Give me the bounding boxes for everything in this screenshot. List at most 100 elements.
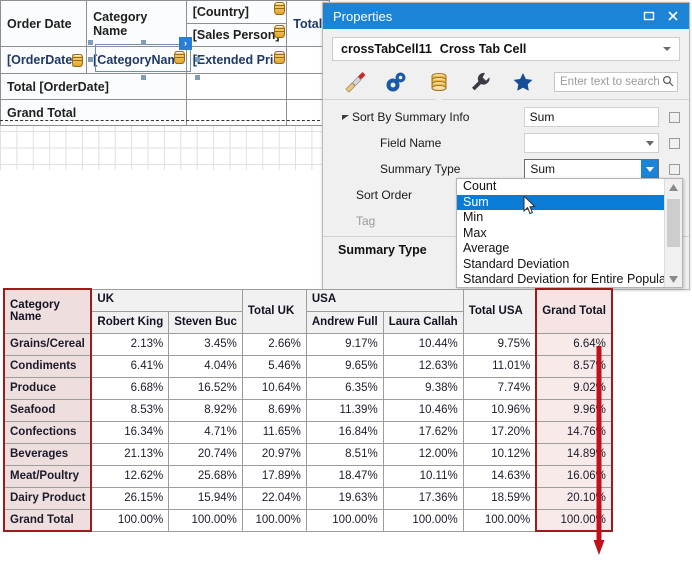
column-header-category-name: CategoryName [4, 289, 91, 333]
xtab-cell-order-date[interactable]: Order Date [1, 1, 87, 47]
cell-value: 17.36% [383, 487, 463, 509]
property-label: Summary Type [380, 162, 460, 176]
close-icon[interactable] [661, 5, 685, 27]
xtab-cell-empty-4[interactable] [186, 100, 287, 126]
xtab-cell-sales-person[interactable]: [Sales Person] [187, 24, 287, 46]
table-row: Beverages 21.13% 20.74% 20.97% 8.51% 12.… [4, 443, 612, 465]
summary-type-dropdown-list[interactable]: Count Sum Min Max Average Standard Devia… [456, 178, 683, 288]
table-row: Confections 16.34% 4.71% 11.65% 16.84% 1… [4, 421, 612, 443]
xtab-cell-total-label: Total [293, 17, 322, 31]
table-row: Seafood 8.53% 8.92% 8.69% 11.39% 10.46% … [4, 399, 612, 421]
scrollbar-thumb[interactable] [667, 199, 680, 247]
cell-value: 9.65% [306, 355, 383, 377]
dropdown-item-average[interactable]: Average [457, 241, 665, 257]
property-label: Field Name [380, 136, 441, 150]
cell-value: 9.17% [306, 333, 383, 355]
behavior-gears-icon[interactable] [376, 67, 418, 97]
dropdown-item-min[interactable]: Min [457, 210, 665, 226]
crosstab-result-table[interactable]: CategoryName UK Total UK USA Total USA G… [3, 288, 613, 532]
chevron-down-icon[interactable] [641, 134, 658, 152]
dropdown-item-sum[interactable]: Sum [457, 195, 665, 211]
property-editor-sort-by-summary-info[interactable]: Sum [524, 107, 660, 127]
property-options-box[interactable] [669, 164, 680, 175]
cross-tab-layout[interactable]: Order Date CategoryName [Country] [Sales… [0, 0, 330, 126]
property-editor-summary-type[interactable]: Sum [524, 159, 659, 179]
dropdown-item-max[interactable]: Max [457, 226, 665, 242]
property-editor-field-name[interactable] [524, 133, 659, 153]
appearance-brush-icon[interactable] [334, 67, 376, 97]
cell-value: 100.00% [383, 509, 463, 531]
cell-value: 11.65% [242, 421, 306, 443]
chevron-down-icon[interactable] [663, 47, 671, 51]
xtab-cell-country-label: [Country] [193, 5, 249, 19]
chevron-down-icon[interactable] [641, 160, 658, 178]
cell-value: 21.13% [91, 443, 168, 465]
result-header-row-1: CategoryName UK Total UK USA Total USA G… [4, 289, 612, 311]
xtab-cell-category-name-field[interactable]: [CategoryNam [87, 47, 187, 74]
cell-value: 10.44% [383, 333, 463, 355]
search-input[interactable]: Enter text to search [554, 72, 678, 92]
table-row: Dairy Product 26.15% 15.94% 22.04% 19.63… [4, 487, 612, 509]
xtab-cell-total-order-date[interactable]: Total [OrderDate] [1, 74, 187, 100]
selection-handle[interactable] [141, 75, 146, 80]
table-row: Condiments 6.41% 4.04% 5.46% 9.65% 12.63… [4, 355, 612, 377]
property-label: Sort By Summary Info [352, 110, 469, 124]
cell-value: 18.59% [463, 487, 536, 509]
result-table-head: CategoryName UK Total UK USA Total USA G… [4, 289, 612, 333]
smart-tag-button[interactable]: › [179, 37, 192, 50]
data-database-icon[interactable] [418, 67, 460, 97]
cell-value: 10.11% [383, 465, 463, 487]
property-row-field-name[interactable]: Field Name [332, 130, 680, 156]
object-selector-combo[interactable]: crossTabCell11 Cross Tab Cell [332, 37, 680, 61]
xtab-cell-order-date-field[interactable]: [OrderDate] [1, 47, 87, 74]
xtab-cell-category-name-field-label: [CategoryNam [93, 53, 178, 67]
cell-value: 3.45% [169, 333, 243, 355]
report-designer-surface[interactable]: Order Date CategoryName [Country] [Sales… [0, 0, 330, 190]
cell-value: 15.94% [169, 487, 243, 509]
cell-value: 9.75% [463, 333, 536, 355]
properties-toolbar[interactable]: Enter text to search [332, 65, 680, 99]
cell-value: 100.00% [306, 509, 383, 531]
xtab-cell-category-name[interactable]: CategoryName [87, 1, 187, 47]
cell-value: 16.52% [169, 377, 243, 399]
dropdown-item-standard-deviation-entire-population[interactable]: Standard Deviation for Entire Population [457, 272, 665, 288]
search-icon[interactable] [662, 75, 674, 90]
xtab-cell-grand-total[interactable]: Grand Total [1, 100, 187, 126]
xtab-cell-column-fields[interactable]: [Country] [Sales Person] [186, 1, 287, 47]
cell-value: 100.00% [463, 509, 536, 531]
maximize-icon[interactable] [637, 5, 661, 27]
selection-handle[interactable] [141, 40, 146, 45]
row-header: Grand Total [4, 509, 91, 531]
dropdown-item-standard-deviation[interactable]: Standard Deviation [457, 257, 665, 273]
xtab-cell-total-order-date-label: Total [OrderDate] [7, 80, 109, 94]
property-options-box[interactable] [669, 138, 680, 149]
xtab-cell-empty-2[interactable] [186, 74, 287, 100]
cell-value: 17.89% [242, 465, 306, 487]
scroll-down-icon[interactable] [665, 271, 682, 287]
column-header-robert-king: Robert King [91, 311, 168, 333]
dropdown-item-count[interactable]: Count [457, 179, 665, 195]
xtab-cell-category-name-label: CategoryName [93, 10, 147, 38]
database-field-icon [274, 51, 285, 64]
cell-value: 25.68% [169, 465, 243, 487]
selection-handle[interactable] [195, 75, 200, 80]
misc-wrench-icon[interactable] [460, 67, 502, 97]
cell-value: 17.20% [463, 421, 536, 443]
designer-band-divider [0, 120, 330, 121]
designer-lower-background [0, 170, 330, 190]
property-value: Sum [530, 162, 555, 176]
properties-title-bar[interactable]: Properties [323, 3, 689, 29]
selection-handle[interactable] [88, 40, 93, 45]
dropdown-items[interactable]: Count Sum Min Max Average Standard Devia… [457, 179, 665, 288]
group-expander-icon[interactable] [338, 112, 352, 123]
selection-handle[interactable] [88, 57, 93, 62]
selection-handle[interactable] [195, 57, 200, 62]
property-row-sort-by-summary-info[interactable]: Sort By Summary Info Sum [332, 104, 680, 130]
favorites-star-icon[interactable] [502, 67, 544, 97]
xtab-cell-country[interactable]: [Country] [187, 1, 287, 24]
xtab-cell-extended-price-field[interactable]: [Extended Pric [186, 47, 287, 74]
scroll-up-icon[interactable] [665, 179, 682, 195]
column-header-steven-buc: Steven Buc [169, 311, 243, 333]
dropdown-scrollbar[interactable] [664, 179, 682, 287]
property-options-box[interactable] [669, 112, 680, 123]
